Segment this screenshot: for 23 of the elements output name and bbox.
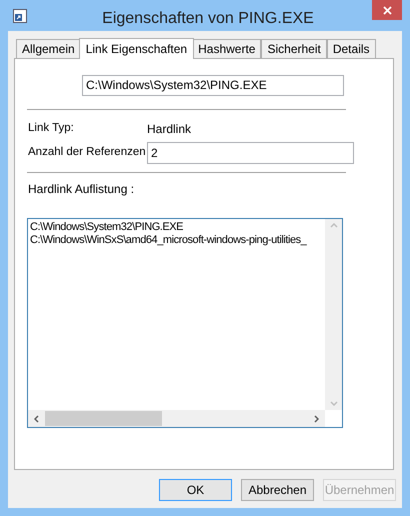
tab[interactable]: Details xyxy=(326,39,376,58)
close-button[interactable] xyxy=(372,0,402,20)
link-type-value: Hardlink xyxy=(147,121,192,138)
hardlink-list[interactable]: C:\Windows\System32\PING.EXE C:\Windows\WinSxS\amd64_microsoft-windows-ping-utilities_ xyxy=(27,218,343,428)
tab[interactable]: Allgemein xyxy=(16,39,81,58)
horizontal-scrollbar[interactable] xyxy=(28,410,325,427)
tab[interactable]: Sicherheit xyxy=(261,39,327,58)
dialog-button[interactable]: OK xyxy=(159,479,232,501)
count-field[interactable]: 2 xyxy=(147,142,354,164)
list-item[interactable]: C:\Windows\System32\PING.EXE xyxy=(30,221,325,234)
vertical-scrollbar[interactable] xyxy=(325,219,342,410)
path-field[interactable]: C:\Windows\System32\PING.EXE xyxy=(82,75,344,96)
close-icon xyxy=(382,6,392,14)
field-label: Anzahl der Referenzen xyxy=(27,145,147,160)
dialog-button[interactable]: Abbrechen xyxy=(241,479,314,501)
window-title: Eigenschaften von PING.EXE xyxy=(101,9,315,29)
tab[interactable]: Link Eigenschaften xyxy=(78,38,194,59)
tab[interactable]: Hashwerte xyxy=(192,39,262,58)
list-item[interactable]: C:\Windows\WinSxS\amd64_microsoft-windows-ping-utilities_ xyxy=(30,234,325,247)
list-label: Hardlink Auflistung : xyxy=(27,181,136,197)
scrollbar-thumb[interactable] xyxy=(45,411,162,426)
field-label: Link Typ: xyxy=(27,121,75,136)
shortcut-icon[interactable] xyxy=(13,8,27,22)
